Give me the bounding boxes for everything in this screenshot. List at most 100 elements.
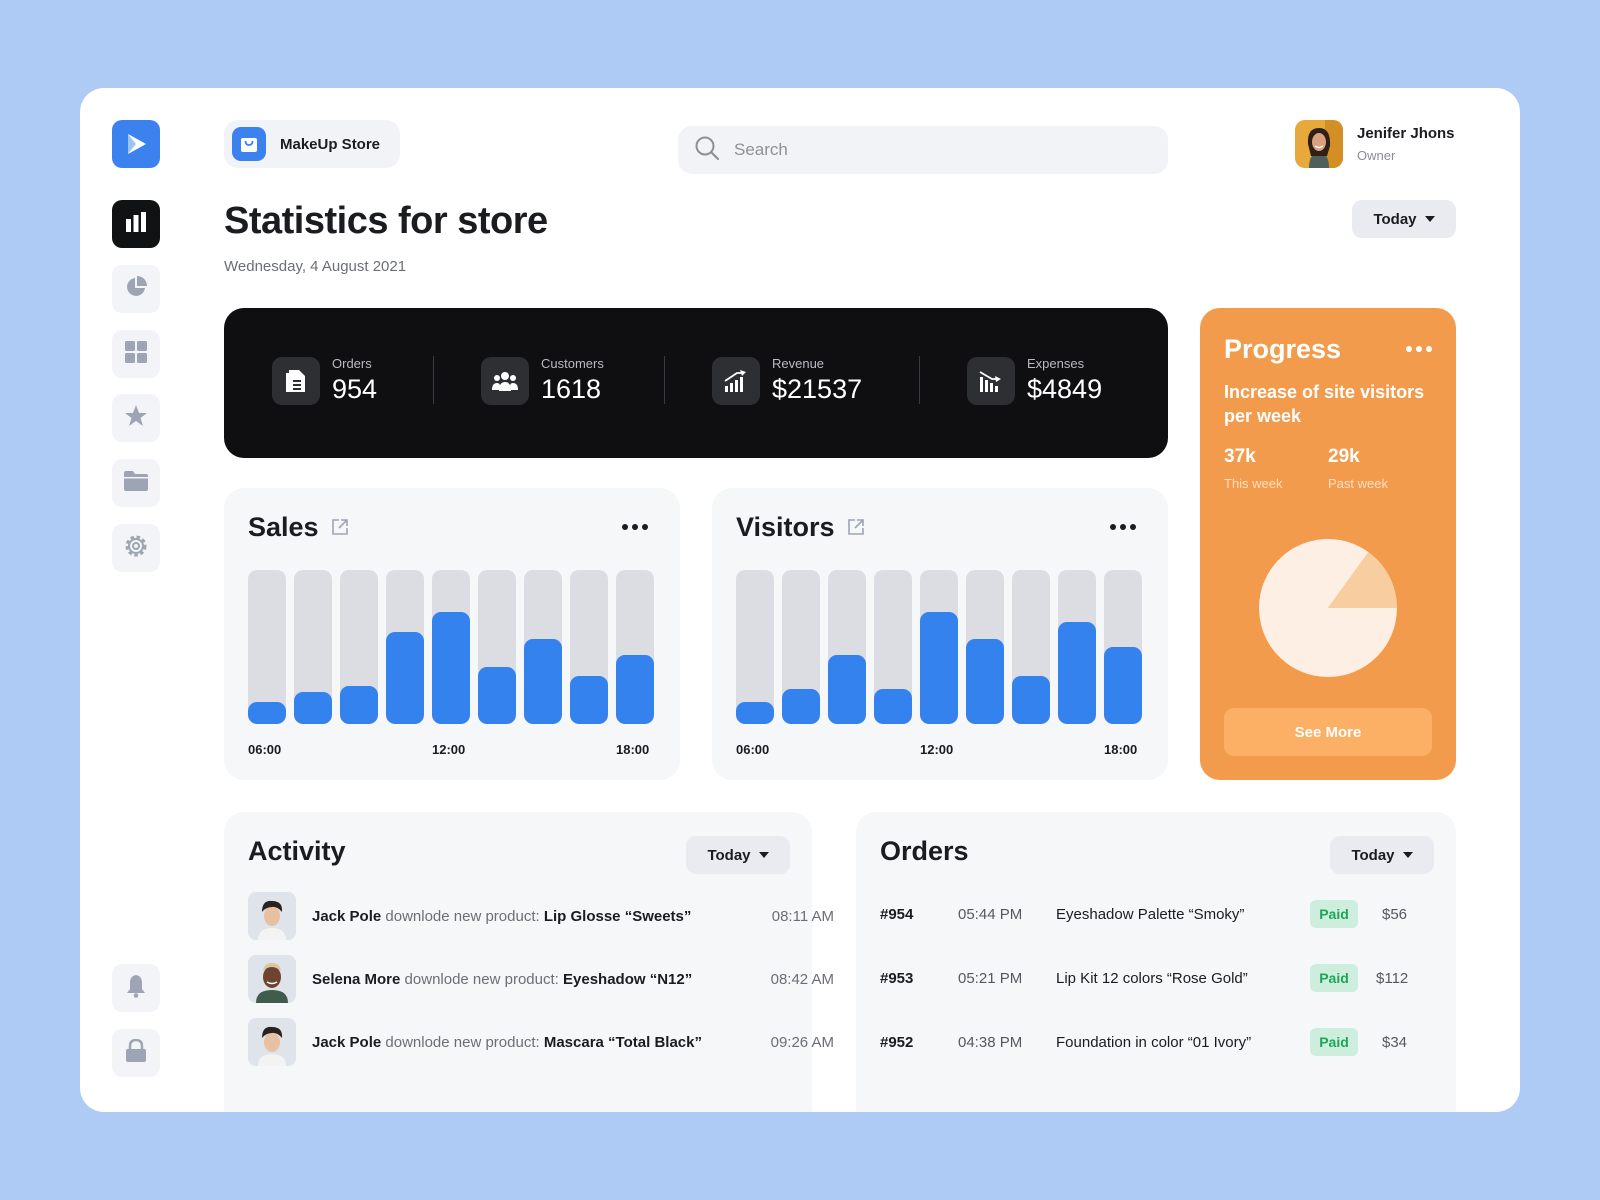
visitors-bar-chart [736,570,1142,724]
order-product: Eyeshadow Palette “Smoky” [1056,906,1245,923]
divider [919,356,920,404]
visitors-title: Visitors [736,512,865,543]
chart-down-icon [967,356,1015,405]
visitors-bar-track[interactable] [874,570,912,724]
period-dropdown[interactable]: Today [1352,200,1456,238]
sales-bar [616,654,654,724]
activity-product[interactable]: Eyeshadow “N12” [563,971,692,988]
external-link-icon[interactable] [847,512,865,543]
users-icon [481,356,529,405]
nav-statistics-button[interactable] [112,200,160,248]
period-dropdown-label: Today [1373,210,1417,228]
activity-title: Activity [248,836,346,866]
activity-item[interactable]: Jack Pole downlode new product: Mascara … [248,1018,834,1066]
lock-icon [125,1038,147,1068]
sales-bar [340,685,378,724]
stat-value: $4849 [1027,374,1103,404]
external-link-icon[interactable] [331,512,349,543]
visitors-bar [828,654,866,724]
activity-text: Jack Pole downlode new product: Lip Glos… [312,908,742,925]
store-selector[interactable]: MakeUp Store [224,120,401,168]
activity-user[interactable]: Jack Pole [312,1034,381,1051]
activity-action: downlode new product: [385,1033,540,1051]
visitors-bar-track[interactable] [736,570,774,724]
user-profile[interactable]: Jenifer Jhons Owner [1295,120,1455,168]
search-icon [694,135,720,166]
sales-x-tick: 12:00 [432,742,466,757]
activity-item[interactable]: Jack Pole downlode new product: Lip Glos… [248,892,834,940]
app-logo[interactable] [112,120,160,168]
star-icon [124,404,148,433]
activity-period-dropdown[interactable]: Today [686,836,790,874]
activity-user[interactable]: Selena More [312,971,400,988]
sales-bar-track[interactable] [294,570,332,724]
activity-product[interactable]: Mascara “Total Black” [544,1034,702,1051]
order-id: #954 [880,906,914,923]
visitors-bar-track[interactable] [1012,570,1050,724]
sales-more-icon[interactable] [622,524,648,530]
activity-action: downlode new product: [404,970,559,988]
stat-revenue[interactable]: Revenue $21537 [712,356,862,405]
bar-chart-icon [124,210,148,239]
visitors-bar-track[interactable] [1104,570,1142,724]
activity-time: 08:42 AM [770,970,834,988]
sales-bar-track[interactable] [478,570,516,724]
sales-bar-track[interactable] [340,570,378,724]
visitors-bar [1012,676,1050,724]
divider [664,356,665,404]
nav-notifications-button[interactable] [112,964,160,1012]
stat-orders[interactable]: Orders 954 [272,356,377,405]
visitors-more-icon[interactable] [1110,524,1136,530]
activity-user[interactable]: Jack Pole [312,908,381,925]
sales-bar-track[interactable] [616,570,654,724]
sales-bar-track[interactable] [386,570,424,724]
visitors-x-tick: 12:00 [920,742,954,757]
page-date: Wednesday, 4 August 2021 [224,258,407,275]
stat-expenses[interactable]: Expenses $4849 [967,356,1102,405]
sales-bar-chart [248,570,654,724]
nav-reports-button[interactable] [112,265,160,313]
visitors-bar-track[interactable] [920,570,958,724]
store-name: MakeUp Store [280,135,381,153]
activity-item[interactable]: Selena More downlode new product: Eyesha… [248,955,834,1003]
nav-lock-button[interactable] [112,1029,160,1077]
user-avatar [1295,120,1343,168]
nav-folders-button[interactable] [112,459,160,507]
shopping-bag-icon [232,127,266,161]
divider [433,356,434,404]
search-bar[interactable] [678,126,1168,174]
visitors-bar-track[interactable] [828,570,866,724]
sales-bar-track[interactable] [432,570,470,724]
search-input[interactable] [734,140,1114,160]
sales-bar-track[interactable] [570,570,608,724]
nav-favorites-button[interactable] [112,394,160,442]
visitors-title-text: Visitors [736,512,835,542]
avatar [248,1018,296,1066]
visitors-bar-track[interactable] [966,570,1004,724]
progress-more-icon[interactable] [1406,346,1432,352]
stat-customers[interactable]: Customers 1618 [481,356,604,405]
nav-dashboard-button[interactable] [112,330,160,378]
stat-value: 954 [332,374,378,404]
caret-down-icon [758,852,769,858]
user-name: Jenifer Jhons [1357,125,1455,142]
visitors-bar [782,688,820,724]
activity-action: downlode new product: [385,907,540,925]
stats-panel: Orders 954 Customers 1618 Revenue $21537… [224,308,1168,458]
order-amount: $112 [1376,970,1409,987]
stat-label: Customers [541,356,604,371]
orders-title: Orders [880,836,969,866]
orders-period-label: Today [1351,846,1395,864]
see-more-button[interactable]: See More [1224,708,1432,756]
visitors-bar-track[interactable] [782,570,820,724]
orders-period-dropdown[interactable]: Today [1330,836,1434,874]
visitors-bar-track[interactable] [1058,570,1096,724]
chart-up-icon [712,356,760,405]
stat-label: Revenue [772,356,825,371]
sales-bar [478,667,516,724]
sales-bar-track[interactable] [524,570,562,724]
status-badge: Paid [1310,1028,1358,1056]
activity-product[interactable]: Lip Glosse “Sweets” [544,908,692,925]
nav-settings-button[interactable] [112,524,160,572]
sales-bar-track[interactable] [248,570,286,724]
